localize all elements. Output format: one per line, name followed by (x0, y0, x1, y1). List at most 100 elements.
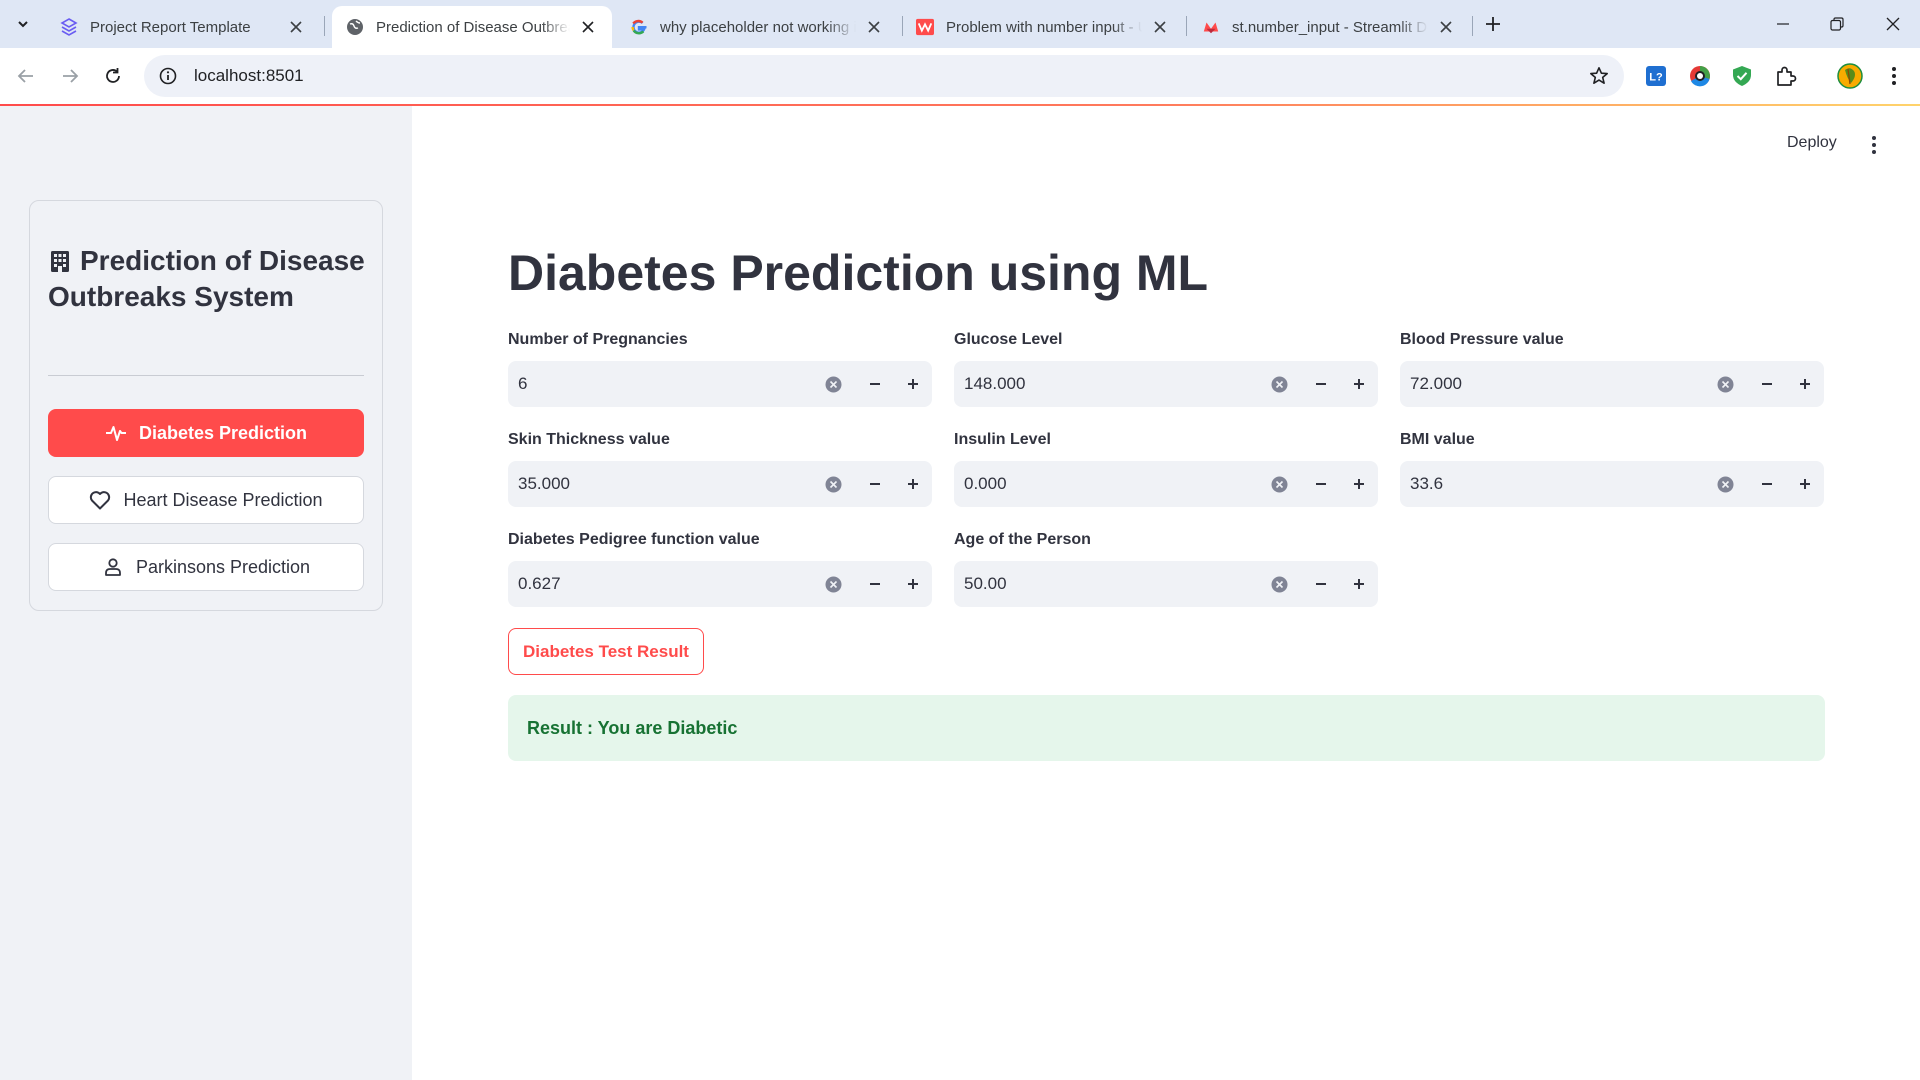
hospital-building-icon (51, 251, 69, 272)
menu-item-parkinsons-prediction[interactable]: Parkinsons Prediction (48, 543, 364, 591)
option-menu: Prediction of Disease Outbreaks System D… (29, 200, 383, 611)
field-label: Age of the Person (954, 531, 1091, 548)
menu-divider (48, 375, 364, 376)
number-input-field[interactable] (1400, 461, 1716, 507)
field-label: Blood Pressure value (1400, 331, 1564, 348)
activity-icon (105, 422, 127, 444)
decrement-button[interactable] (1302, 361, 1340, 407)
number-input-box (1400, 361, 1824, 407)
increment-button[interactable] (1340, 361, 1378, 407)
increment-button[interactable] (1340, 461, 1378, 507)
number-input-pedigree: Diabetes Pedigree function value (508, 528, 932, 607)
close-tab-icon[interactable] (286, 17, 306, 37)
result-text: Result : You are Diabetic (527, 717, 738, 738)
number-input-blood-pressure: Blood Pressure value (1400, 328, 1824, 407)
forward-button[interactable] (56, 62, 84, 90)
close-tab-icon[interactable] (864, 17, 884, 37)
plus-icon (1800, 379, 1810, 389)
restore-window-button[interactable] (1810, 0, 1864, 48)
field-label: Number of Pregnancies (508, 331, 688, 348)
number-input-bmi: BMI value (1400, 428, 1824, 507)
browser-toolbar: localhost:8501 L? (0, 48, 1920, 104)
minus-icon (1762, 483, 1772, 485)
deploy-button[interactable]: Deploy (1787, 134, 1837, 152)
tab-title: why placeholder not working in Streamlit (660, 18, 856, 36)
bookmark-star-icon[interactable] (1588, 65, 1610, 87)
streamlit-icon (916, 18, 934, 36)
number-input-field[interactable] (954, 461, 1270, 507)
number-input-field[interactable] (954, 561, 1270, 607)
clear-input-icon[interactable] (824, 575, 842, 593)
profile-avatar[interactable] (1836, 62, 1864, 90)
close-tab-icon[interactable] (578, 17, 598, 37)
plus-icon (1800, 479, 1810, 489)
sidebar: Prediction of Disease Outbreaks System D… (0, 106, 412, 1080)
new-tab-button[interactable] (1480, 11, 1506, 37)
clear-input-icon[interactable] (1270, 375, 1288, 393)
increment-button[interactable] (894, 361, 932, 407)
number-input-field[interactable] (1400, 361, 1716, 407)
number-input-box (508, 461, 932, 507)
decrement-button[interactable] (1748, 461, 1786, 507)
number-input-field[interactable] (508, 561, 824, 607)
extension-l2-icon[interactable]: L? (1642, 62, 1670, 90)
increment-button[interactable] (894, 561, 932, 607)
number-input-box (954, 561, 1378, 607)
stack-icon (60, 18, 78, 36)
clear-input-icon[interactable] (824, 375, 842, 393)
back-button[interactable] (12, 62, 40, 90)
browser-tab[interactable]: Project Report Template (46, 6, 320, 48)
clear-input-icon[interactable] (1716, 375, 1734, 393)
browser-tab[interactable]: why placeholder not working in Streamlit (616, 6, 898, 48)
menu-item-heart-disease-prediction[interactable]: Heart Disease Prediction (48, 476, 364, 524)
browser-tab[interactable]: st.number_input - Streamlit Docs (1188, 6, 1470, 48)
tab-title: Project Report Template (90, 18, 251, 36)
diabetes-test-result-button[interactable]: Diabetes Test Result (508, 628, 704, 675)
field-label: Skin Thickness value (508, 431, 670, 448)
plus-icon (1354, 479, 1364, 489)
decrement-button[interactable] (856, 561, 894, 607)
number-input-field[interactable] (954, 361, 1270, 407)
streamlit-icon (1202, 18, 1220, 36)
close-tab-icon[interactable] (1436, 17, 1456, 37)
number-input-field[interactable] (508, 461, 824, 507)
site-info-icon[interactable] (158, 66, 178, 86)
number-input-box (508, 361, 932, 407)
number-input-box (1400, 461, 1824, 507)
globe-icon (346, 18, 364, 36)
extensions-puzzle-icon[interactable] (1772, 62, 1800, 90)
browser-tab[interactable]: Problem with number input - Using Stream… (902, 6, 1184, 48)
menu-item-diabetes-prediction[interactable]: Diabetes Prediction (48, 409, 364, 457)
number-input-field[interactable] (508, 361, 824, 407)
tab-search-button[interactable] (10, 11, 36, 37)
clear-input-icon[interactable] (1270, 575, 1288, 593)
extension-color-picker-icon[interactable] (1686, 62, 1714, 90)
minimize-window-button[interactable] (1756, 0, 1810, 48)
clear-input-icon[interactable] (1716, 475, 1734, 493)
clear-input-icon[interactable] (824, 475, 842, 493)
number-input-box (954, 461, 1378, 507)
reload-button[interactable] (99, 62, 127, 90)
field-label: BMI value (1400, 431, 1475, 448)
number-input-box (954, 361, 1378, 407)
decrement-button[interactable] (1302, 461, 1340, 507)
increment-button[interactable] (894, 461, 932, 507)
result-success-alert: Result : You are Diabetic (508, 695, 1825, 761)
sidebar-title: Prediction of Disease Outbreaks System (48, 243, 368, 315)
menu-item-label: Parkinsons Prediction (135, 556, 311, 577)
increment-button[interactable] (1786, 461, 1824, 507)
extension-shield-icon[interactable] (1728, 62, 1756, 90)
close-tab-icon[interactable] (1150, 17, 1170, 37)
clear-input-icon[interactable] (1270, 475, 1288, 493)
decrement-button[interactable] (856, 461, 894, 507)
increment-button[interactable] (1786, 361, 1824, 407)
increment-button[interactable] (1340, 561, 1378, 607)
close-window-button[interactable] (1866, 0, 1920, 48)
decrement-button[interactable] (856, 361, 894, 407)
app-menu-button[interactable] (1866, 134, 1882, 156)
browser-menu-icon[interactable] (1880, 62, 1908, 90)
decrement-button[interactable] (1748, 361, 1786, 407)
address-bar[interactable]: localhost:8501 (144, 55, 1624, 97)
browser-tab-active[interactable]: Prediction of Disease Outbreaks System (332, 6, 612, 48)
decrement-button[interactable] (1302, 561, 1340, 607)
